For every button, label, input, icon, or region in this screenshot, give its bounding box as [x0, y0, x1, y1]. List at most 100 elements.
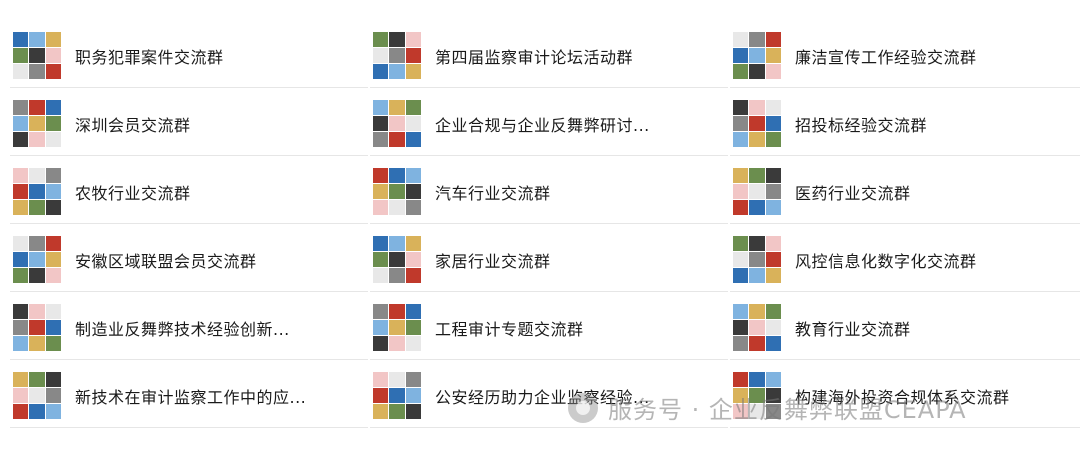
- member-thumbnail: [373, 404, 389, 420]
- group-row[interactable]: 风控信息化数字化交流群: [730, 228, 1080, 292]
- member-thumbnail: [765, 31, 781, 47]
- member-thumbnail: [749, 336, 765, 352]
- member-thumbnail: [29, 336, 45, 352]
- member-thumbnail: [733, 47, 749, 64]
- group-name: 第四届监察审计论坛活动群: [435, 47, 634, 67]
- member-thumbnail: [13, 47, 29, 64]
- member-thumbnail: [733, 200, 749, 216]
- group-row[interactable]: 医药行业交流群: [730, 160, 1080, 224]
- member-thumbnail: [405, 319, 421, 336]
- member-thumbnail: [749, 319, 765, 336]
- member-thumbnail: [405, 387, 421, 404]
- member-thumbnail: [45, 235, 61, 251]
- member-thumbnail: [45, 200, 61, 216]
- group-avatar: [373, 167, 421, 216]
- group-name: 风控信息化数字化交流群: [795, 251, 977, 271]
- member-thumbnail: [389, 387, 405, 404]
- member-thumbnail: [13, 336, 29, 352]
- group-avatar: [13, 167, 61, 216]
- group-name: 职务犯罪案件交流群: [75, 47, 224, 67]
- member-thumbnail: [405, 64, 421, 80]
- group-avatar: [13, 371, 61, 420]
- group-name: 汽车行业交流群: [435, 183, 551, 203]
- group-row[interactable]: 深圳会员交流群: [10, 92, 368, 156]
- member-thumbnail: [29, 183, 45, 200]
- group-name: 企业合规与企业反舞弊研讨...: [435, 115, 650, 135]
- group-row[interactable]: 家居行业交流群: [370, 228, 728, 292]
- member-thumbnail: [389, 319, 405, 336]
- group-row[interactable]: 职务犯罪案件交流群: [10, 24, 368, 88]
- member-thumbnail: [389, 64, 405, 80]
- member-thumbnail: [389, 183, 405, 200]
- member-thumbnail: [29, 404, 45, 420]
- member-thumbnail: [749, 31, 765, 47]
- group-row[interactable]: 工程审计专题交流群: [370, 296, 728, 360]
- group-row[interactable]: 新技术在审计监察工作中的应...: [10, 364, 368, 428]
- member-thumbnail: [13, 200, 29, 216]
- member-thumbnail: [733, 251, 749, 268]
- member-thumbnail: [29, 200, 45, 216]
- member-thumbnail: [749, 235, 765, 251]
- member-thumbnail: [389, 235, 405, 251]
- member-thumbnail: [749, 303, 765, 319]
- member-thumbnail: [733, 167, 749, 183]
- member-thumbnail: [765, 183, 781, 200]
- member-thumbnail: [389, 167, 405, 183]
- member-thumbnail: [405, 251, 421, 268]
- member-thumbnail: [45, 303, 61, 319]
- member-thumbnail: [405, 303, 421, 319]
- member-thumbnail: [389, 31, 405, 47]
- group-row[interactable]: 构建海外投资合规体系交流群: [730, 364, 1080, 428]
- member-thumbnail: [45, 371, 61, 387]
- group-row[interactable]: 制造业反舞弊技术经验创新...: [10, 296, 368, 360]
- member-thumbnail: [749, 167, 765, 183]
- member-thumbnail: [373, 64, 389, 80]
- group-row[interactable]: 汽车行业交流群: [370, 160, 728, 224]
- member-thumbnail: [405, 336, 421, 352]
- group-list: 职务犯罪案件交流群 深圳会员交流群 农牧行业交流群 安徽区域联盟会员交流群 制造…: [0, 24, 1080, 432]
- group-name: 构建海外投资合规体系交流群: [795, 387, 1010, 407]
- member-thumbnail: [13, 404, 29, 420]
- member-thumbnail: [45, 319, 61, 336]
- member-thumbnail: [749, 200, 765, 216]
- member-thumbnail: [389, 115, 405, 132]
- member-thumbnail: [765, 251, 781, 268]
- group-name: 工程审计专题交流群: [435, 319, 584, 339]
- member-thumbnail: [733, 404, 749, 420]
- group-avatar: [13, 235, 61, 284]
- member-thumbnail: [13, 303, 29, 319]
- group-row[interactable]: 廉洁宣传工作经验交流群: [730, 24, 1080, 88]
- member-thumbnail: [29, 115, 45, 132]
- group-row[interactable]: 教育行业交流群: [730, 296, 1080, 360]
- group-avatar: [373, 31, 421, 80]
- group-avatar: [373, 235, 421, 284]
- member-thumbnail: [749, 371, 765, 387]
- member-thumbnail: [733, 319, 749, 336]
- group-row[interactable]: 公安经历助力企业监察经验...: [370, 364, 728, 428]
- member-thumbnail: [405, 235, 421, 251]
- member-thumbnail: [389, 268, 405, 284]
- member-thumbnail: [405, 47, 421, 64]
- member-thumbnail: [733, 371, 749, 387]
- member-thumbnail: [29, 251, 45, 268]
- member-thumbnail: [45, 387, 61, 404]
- group-row[interactable]: 第四届监察审计论坛活动群: [370, 24, 728, 88]
- member-thumbnail: [733, 115, 749, 132]
- member-thumbnail: [765, 200, 781, 216]
- member-thumbnail: [373, 303, 389, 319]
- group-name: 廉洁宣传工作经验交流群: [795, 47, 977, 67]
- group-avatar: [13, 31, 61, 80]
- group-name: 家居行业交流群: [435, 251, 551, 271]
- group-row[interactable]: 农牧行业交流群: [10, 160, 368, 224]
- group-row[interactable]: 招投标经验交流群: [730, 92, 1080, 156]
- group-row[interactable]: 企业合规与企业反舞弊研讨...: [370, 92, 728, 156]
- group-avatar: [373, 303, 421, 352]
- member-thumbnail: [765, 404, 781, 420]
- group-name: 深圳会员交流群: [75, 115, 191, 135]
- member-thumbnail: [13, 268, 29, 284]
- group-row[interactable]: 安徽区域联盟会员交流群: [10, 228, 368, 292]
- group-name: 教育行业交流群: [795, 319, 911, 339]
- member-thumbnail: [45, 336, 61, 352]
- group-name: 安徽区域联盟会员交流群: [75, 251, 257, 271]
- member-thumbnail: [749, 47, 765, 64]
